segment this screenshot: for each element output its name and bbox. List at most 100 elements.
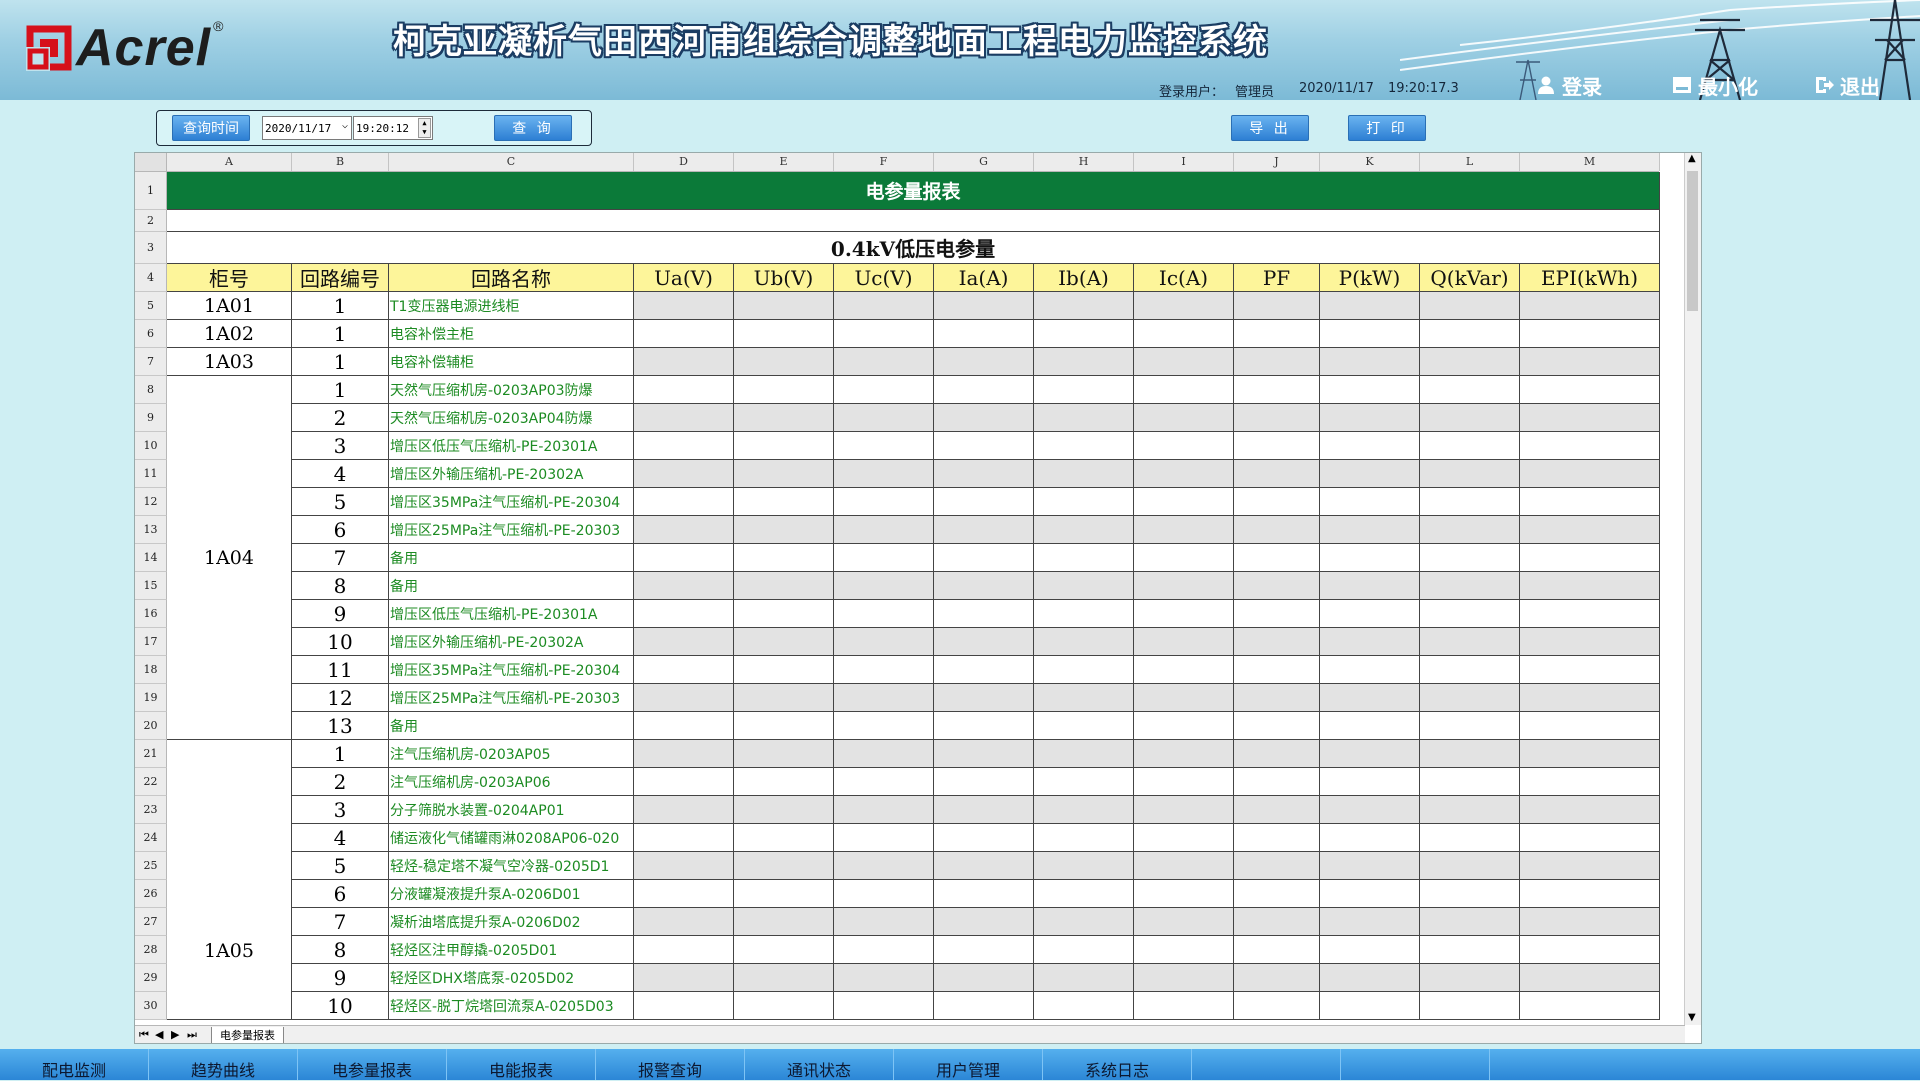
data-cell[interactable] <box>1520 292 1660 320</box>
data-cell[interactable] <box>1520 964 1660 992</box>
data-cell[interactable] <box>834 880 934 908</box>
data-cell[interactable] <box>934 404 1034 432</box>
data-cell[interactable] <box>934 712 1034 740</box>
data-cell[interactable] <box>634 488 734 516</box>
data-cell[interactable] <box>1234 516 1320 544</box>
data-cell[interactable] <box>934 544 1034 572</box>
data-cell[interactable] <box>1420 404 1520 432</box>
data-cell[interactable] <box>1420 488 1520 516</box>
nav-item[interactable]: 用户管理 <box>894 1049 1043 1080</box>
data-cell[interactable] <box>1034 684 1134 712</box>
data-cell[interactable] <box>1034 544 1134 572</box>
row-number[interactable]: 15 <box>135 572 167 600</box>
data-cell[interactable] <box>1234 376 1320 404</box>
data-cell[interactable] <box>734 348 834 376</box>
data-cell[interactable] <box>1420 572 1520 600</box>
data-cell[interactable] <box>1034 348 1134 376</box>
data-cell[interactable] <box>1134 936 1234 964</box>
print-button[interactable]: 打 印 <box>1348 115 1426 141</box>
data-cell[interactable] <box>834 432 934 460</box>
empty-row[interactable] <box>167 210 1660 232</box>
column-header-f[interactable]: F <box>834 153 934 171</box>
data-cell[interactable] <box>734 824 834 852</box>
tab-nav-next-icon[interactable]: ▶ <box>171 1028 179 1041</box>
data-cell[interactable] <box>634 712 734 740</box>
data-cell[interactable] <box>834 768 934 796</box>
nav-item[interactable] <box>1192 1049 1341 1080</box>
data-cell[interactable] <box>1520 768 1660 796</box>
data-cell[interactable] <box>1134 908 1234 936</box>
data-cell[interactable] <box>1134 460 1234 488</box>
column-header-d[interactable]: D <box>634 153 734 171</box>
data-cell[interactable] <box>634 768 734 796</box>
data-cell[interactable] <box>634 628 734 656</box>
data-cell[interactable] <box>634 684 734 712</box>
data-cell[interactable] <box>934 628 1034 656</box>
data-cell[interactable] <box>1320 908 1420 936</box>
data-cell[interactable] <box>1034 740 1134 768</box>
column-header-b[interactable]: B <box>292 153 389 171</box>
data-cell[interactable] <box>1034 964 1134 992</box>
data-cell[interactable] <box>1520 376 1660 404</box>
data-cell[interactable] <box>934 572 1034 600</box>
data-cell[interactable] <box>734 768 834 796</box>
data-cell[interactable] <box>1420 768 1520 796</box>
data-cell[interactable] <box>1234 936 1320 964</box>
data-cell[interactable] <box>634 796 734 824</box>
data-cell[interactable] <box>1420 628 1520 656</box>
data-cell[interactable] <box>1420 936 1520 964</box>
row-number[interactable]: 26 <box>135 880 167 908</box>
data-cell[interactable] <box>1034 488 1134 516</box>
data-cell[interactable] <box>1420 880 1520 908</box>
data-cell[interactable] <box>1034 320 1134 348</box>
row-number[interactable]: 28 <box>135 936 167 964</box>
data-cell[interactable] <box>1320 712 1420 740</box>
data-cell[interactable] <box>1234 600 1320 628</box>
row-number[interactable]: 20 <box>135 712 167 740</box>
data-cell[interactable] <box>1134 992 1234 1020</box>
column-header-m[interactable]: M <box>1520 153 1660 171</box>
data-cell[interactable] <box>1420 320 1520 348</box>
data-cell[interactable] <box>634 320 734 348</box>
data-cell[interactable] <box>1034 628 1134 656</box>
row-number[interactable]: 11 <box>135 460 167 488</box>
data-cell[interactable] <box>1234 852 1320 880</box>
data-cell[interactable] <box>1520 796 1660 824</box>
data-cell[interactable] <box>1234 824 1320 852</box>
data-cell[interactable] <box>1320 544 1420 572</box>
data-cell[interactable] <box>1320 824 1420 852</box>
nav-item[interactable]: 通讯状态 <box>745 1049 894 1080</box>
data-cell[interactable] <box>1420 516 1520 544</box>
row-number[interactable]: 13 <box>135 516 167 544</box>
column-header-j[interactable]: J <box>1234 153 1320 171</box>
data-cell[interactable] <box>634 880 734 908</box>
chevron-down-icon[interactable]: ⌵ <box>342 120 348 131</box>
data-cell[interactable] <box>1320 572 1420 600</box>
data-cell[interactable] <box>1234 292 1320 320</box>
data-cell[interactable] <box>1320 992 1420 1020</box>
data-cell[interactable] <box>734 544 834 572</box>
data-cell[interactable] <box>1520 628 1660 656</box>
data-cell[interactable] <box>1520 320 1660 348</box>
data-cell[interactable] <box>1320 936 1420 964</box>
data-cell[interactable] <box>634 936 734 964</box>
data-cell[interactable] <box>934 460 1034 488</box>
data-cell[interactable] <box>1420 824 1520 852</box>
scroll-down-icon[interactable]: ▼ <box>1688 1012 1696 1023</box>
data-cell[interactable] <box>1520 712 1660 740</box>
data-cell[interactable] <box>1520 824 1660 852</box>
data-cell[interactable] <box>934 292 1034 320</box>
data-cell[interactable] <box>1134 488 1234 516</box>
data-cell[interactable] <box>1134 432 1234 460</box>
data-cell[interactable] <box>934 516 1034 544</box>
row-number[interactable]: 21 <box>135 740 167 768</box>
data-cell[interactable] <box>634 852 734 880</box>
data-cell[interactable] <box>1320 796 1420 824</box>
data-cell[interactable] <box>1134 572 1234 600</box>
row-number[interactable]: 7 <box>135 348 167 376</box>
data-cell[interactable] <box>934 488 1034 516</box>
data-cell[interactable] <box>1134 712 1234 740</box>
data-cell[interactable] <box>1320 656 1420 684</box>
data-cell[interactable] <box>1420 460 1520 488</box>
row-number[interactable]: 30 <box>135 992 167 1020</box>
